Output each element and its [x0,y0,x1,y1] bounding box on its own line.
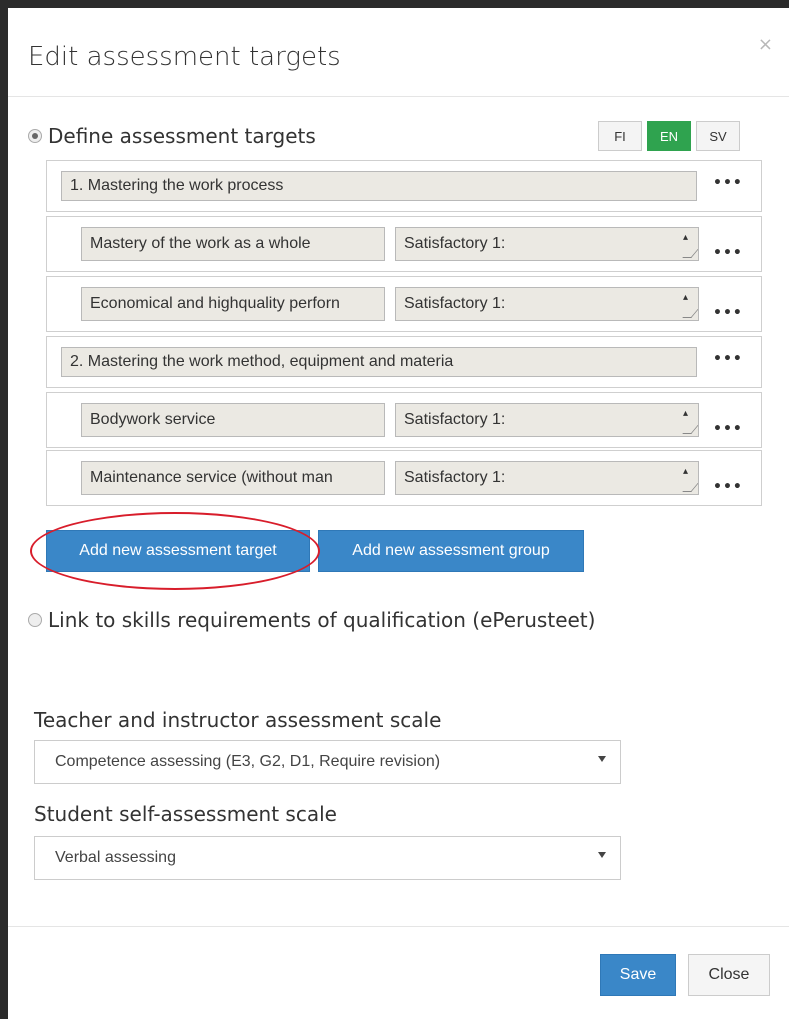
resize-handle-icon[interactable] [682,249,698,258]
assessment-group-row: 1. Mastering the work process ••• [46,160,762,212]
edit-assessment-targets-modal: Edit assessment targets × Define assessm… [8,8,789,1019]
assessment-target-row: Maintenance service (without man Satisfa… [46,450,762,506]
teacher-scale-select[interactable]: Competence assessing (E3, G2, D1, Requir… [34,740,621,784]
more-options-icon[interactable]: ••• [713,479,743,495]
more-options-icon[interactable]: ••• [713,245,743,261]
assessment-group-row: 2. Mastering the work method, equipment … [46,336,762,388]
dropdown-arrow-icon [598,852,606,858]
lang-en-button[interactable]: EN [647,121,691,151]
target-name-field[interactable]: Maintenance service (without man [81,461,385,495]
group-name-field[interactable]: 2. Mastering the work method, equipment … [61,347,697,377]
group-name-field[interactable]: 1. Mastering the work process [61,171,697,201]
assessment-target-row: Mastery of the work as a whole Satisfact… [46,216,762,272]
teacher-scale-label: Teacher and instructor assessment scale [34,708,442,732]
scroll-arrow-icon: ▴ [682,292,688,303]
more-options-icon[interactable]: ••• [713,305,743,321]
target-criteria-textarea[interactable]: Satisfactory 1: ▴ [395,461,699,495]
add-assessment-group-button[interactable]: Add new assessment group [318,530,584,572]
more-options-icon[interactable]: ••• [713,175,743,191]
radio-icon[interactable] [28,129,42,143]
criteria-text: Satisfactory 1: [404,411,506,428]
teacher-scale-value: Competence assessing (E3, G2, D1, Requir… [55,753,441,770]
target-criteria-textarea[interactable]: Satisfactory 1: ▴ [395,403,699,437]
resize-handle-icon[interactable] [682,309,698,318]
resize-handle-icon[interactable] [682,483,698,492]
scroll-arrow-icon: ▴ [682,408,688,419]
background-left-edge [0,0,8,1019]
language-toggle: FI EN SV [598,121,745,151]
assessment-target-row: Economical and highquality perforn Satis… [46,276,762,332]
more-options-icon[interactable]: ••• [713,421,743,437]
criteria-text: Satisfactory 1: [404,295,506,312]
target-name-field[interactable]: Economical and highquality perforn [81,287,385,321]
target-criteria-textarea[interactable]: Satisfactory 1: ▴ [395,287,699,321]
close-icon[interactable]: × [758,34,773,55]
scroll-arrow-icon: ▴ [682,232,688,243]
define-targets-option[interactable]: Define assessment targets [28,124,316,148]
target-criteria-textarea[interactable]: Satisfactory 1: ▴ [395,227,699,261]
criteria-text: Satisfactory 1: [404,235,506,252]
modal-header: Edit assessment targets × [8,8,789,97]
student-scale-value: Verbal assessing [55,849,176,866]
student-scale-label: Student self-assessment scale [34,802,337,826]
link-requirements-label: Link to skills requirements of qualifica… [48,608,596,632]
target-name-field[interactable]: Bodywork service [81,403,385,437]
more-options-icon[interactable]: ••• [713,351,743,367]
resize-handle-icon[interactable] [682,425,698,434]
criteria-text: Satisfactory 1: [404,469,506,486]
radio-icon[interactable] [28,613,42,627]
modal-title: Edit assessment targets [28,42,341,72]
target-name-field[interactable]: Mastery of the work as a whole [81,227,385,261]
background-top-edge [0,0,789,8]
student-scale-select[interactable]: Verbal assessing [34,836,621,880]
add-assessment-target-button[interactable]: Add new assessment target [46,530,310,572]
save-button[interactable]: Save [600,954,676,996]
define-targets-label: Define assessment targets [48,124,316,148]
close-button[interactable]: Close [688,954,770,996]
lang-fi-button[interactable]: FI [598,121,642,151]
modal-footer-divider [8,926,789,927]
dropdown-arrow-icon [598,756,606,762]
link-requirements-option[interactable]: Link to skills requirements of qualifica… [28,608,595,632]
scroll-arrow-icon: ▴ [682,466,688,477]
assessment-target-row: Bodywork service Satisfactory 1: ▴ ••• [46,392,762,448]
lang-sv-button[interactable]: SV [696,121,740,151]
